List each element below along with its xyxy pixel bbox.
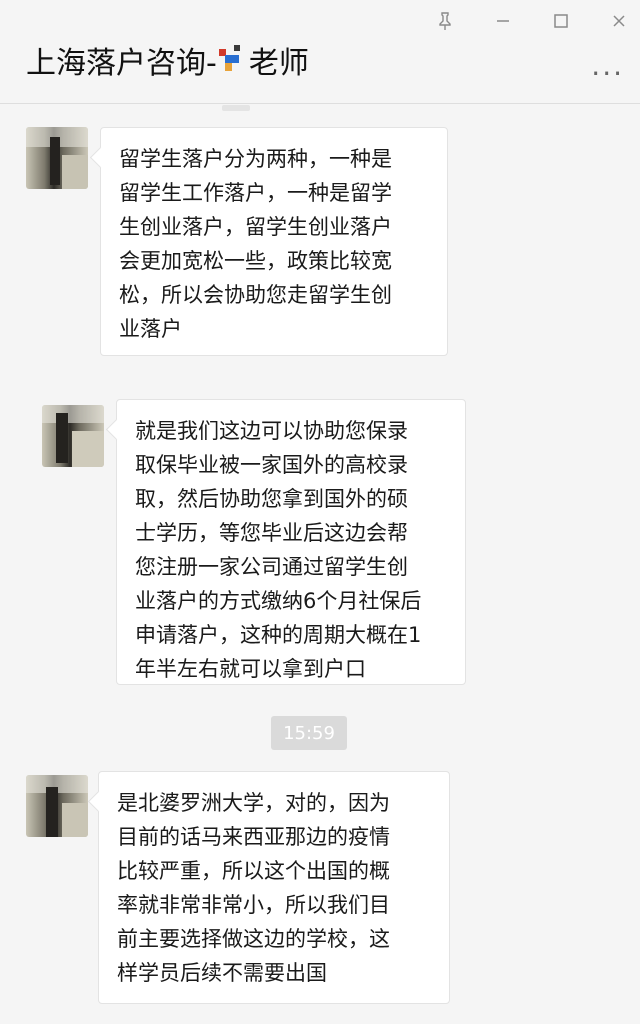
message-bubble[interactable]: 就是我们这边可以协助您保录 取保毕业被一家国外的高校录 取，然后协助您拿到国外的… <box>116 399 466 685</box>
chat-title-suffix: 老师 <box>248 46 309 81</box>
chat-title: 上海落户咨询- 老师 <box>26 38 309 82</box>
contact-avatar[interactable] <box>42 405 104 467</box>
message-list[interactable]: 留学生落户分为两种，一种是 留学生工作落户，一种是留学 生创业落户，留学生创业落… <box>0 105 640 1024</box>
scroll-marker <box>222 105 250 111</box>
window-controls <box>434 10 630 32</box>
more-options-button[interactable]: ··· <box>591 60 624 88</box>
contact-avatar[interactable] <box>26 127 88 189</box>
chat-title-prefix: 上海落户咨询- <box>26 46 217 81</box>
contact-avatar[interactable] <box>26 775 88 837</box>
contact-logo-icon <box>218 45 245 75</box>
message-bubble[interactable]: 留学生落户分为两种，一种是 留学生工作落户，一种是留学 生创业落户，留学生创业落… <box>100 127 448 356</box>
maximize-icon[interactable] <box>550 10 572 32</box>
message-bubble[interactable]: 是北婆罗洲大学，对的，因为 目前的话马来西亚那边的疫情 比较严重，所以这个出国的… <box>98 771 450 1004</box>
chat-window: 上海落户咨询- 老师 ··· 留学生落户分为两种，一种是 留学生工作落户，一种是… <box>0 0 640 1024</box>
timestamp-badge: 15:59 <box>271 716 347 750</box>
minimize-icon[interactable] <box>492 10 514 32</box>
pin-icon[interactable] <box>434 10 456 32</box>
close-icon[interactable] <box>608 10 630 32</box>
chat-header: 上海落户咨询- 老师 ··· <box>0 0 640 104</box>
